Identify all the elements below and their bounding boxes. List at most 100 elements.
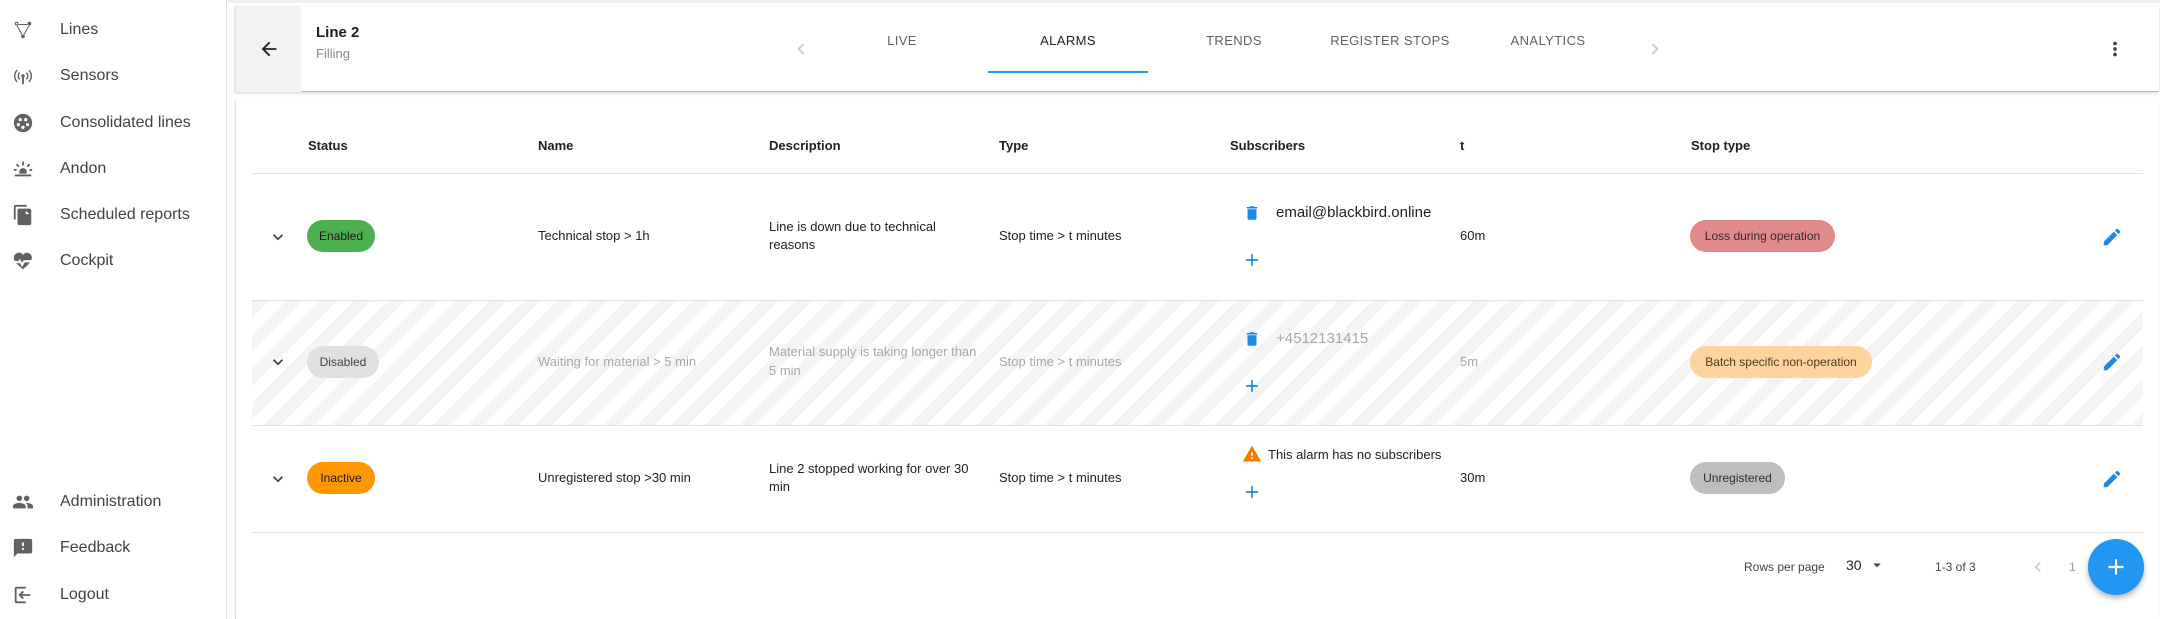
- tabs-scroll-right-button[interactable]: [1644, 38, 1666, 60]
- sidebar-item-cockpit[interactable]: Cockpit: [0, 241, 226, 281]
- status-badge: Enabled: [307, 220, 375, 252]
- sidebar-item-andon[interactable]: Andon: [0, 149, 226, 189]
- threshold-t: 60m: [1460, 228, 1486, 243]
- sidebar-item-logout[interactable]: Logout: [0, 575, 226, 615]
- alarm-name: Technical stop > 1h: [538, 228, 650, 243]
- sidebar-item-label: Feedback: [60, 539, 131, 556]
- tab-alarms[interactable]: ALARMS: [988, 6, 1148, 74]
- delete-subscriber-button[interactable]: [1243, 204, 1261, 222]
- chevron-left-icon: [2034, 562, 2041, 572]
- sidebar: Lines Sensors Consolidated lines Andon S…: [0, 0, 227, 619]
- flow-icon: [12, 19, 34, 41]
- add-subscriber-button[interactable]: [1242, 376, 1262, 396]
- column-header-stop-type: Stop type: [1691, 138, 1751, 153]
- row-divider: [252, 532, 2143, 533]
- column-header-subscribers: Subscribers: [1230, 138, 1306, 153]
- sidebar-item-label: Lines: [60, 21, 99, 38]
- chevron-down-icon: [273, 234, 283, 241]
- tab-analytics[interactable]: ANALYTICS: [1468, 6, 1628, 74]
- expand-row-button[interactable]: [268, 469, 288, 489]
- plus-icon: [1246, 486, 1258, 498]
- rows-per-page-dropdown-button[interactable]: [1868, 556, 1886, 574]
- alarm-name: Unregistered stop >30 min: [538, 470, 691, 485]
- edit-alarm-button[interactable]: [2101, 226, 2123, 248]
- previous-page-button[interactable]: [2028, 557, 2048, 577]
- alarm-description: 5 min: [769, 363, 801, 378]
- threshold-t: 30m: [1460, 470, 1486, 485]
- status-badge: Disabled: [307, 346, 379, 378]
- more-vertical-icon: [2113, 41, 2117, 57]
- feedback-icon: [12, 537, 34, 559]
- stop-type-badge: Loss during operation: [1690, 220, 1835, 252]
- expand-row-button[interactable]: [268, 352, 288, 372]
- stop-type-badge: Unregistered: [1690, 462, 1785, 494]
- chevron-down-icon: [273, 476, 283, 483]
- plus-icon: [1246, 254, 1258, 266]
- sidebar-item-scheduled-reports[interactable]: Scheduled reports: [0, 195, 226, 235]
- logout-icon: [12, 584, 34, 606]
- heartbeat-icon: [12, 250, 34, 272]
- alarm-description: Material supply is taking longer than: [769, 344, 977, 359]
- add-subscriber-button[interactable]: [1242, 482, 1262, 502]
- warning-icon: [1242, 444, 1262, 464]
- column-header-t: t: [1460, 138, 1465, 153]
- app: Lines Sensors Consolidated lines Andon S…: [0, 0, 2160, 619]
- expand-row-button[interactable]: [268, 227, 288, 247]
- page-title: Line 2: [316, 24, 360, 41]
- tab-register-stops[interactable]: REGISTER STOPS: [1310, 6, 1470, 74]
- row-divider: [252, 425, 2143, 426]
- alarm-description: min: [769, 479, 790, 494]
- alarm-description: Line 2 stopped working for over 30: [769, 461, 969, 476]
- sidebar-item-administration[interactable]: Administration: [0, 482, 226, 522]
- rows-per-page-select[interactable]: 30: [1846, 557, 1862, 573]
- tab-live[interactable]: LIVE: [822, 6, 982, 74]
- threshold-t: 5m: [1460, 354, 1479, 369]
- no-subscribers-warning: This alarm has no subscribers: [1268, 447, 1442, 462]
- reports-icon: [12, 204, 34, 226]
- rows-per-page-label: Rows per page: [1744, 560, 1825, 574]
- edit-alarm-button[interactable]: [2101, 351, 2123, 373]
- chevron-down-icon: [273, 359, 283, 366]
- caret-down-icon: [1873, 563, 1881, 568]
- sidebar-item-feedback[interactable]: Feedback: [0, 528, 226, 568]
- pencil-icon: [2103, 353, 2121, 371]
- sidebar-item-sensors[interactable]: Sensors: [0, 56, 226, 96]
- sidebar-item-label: Administration: [60, 493, 162, 510]
- sidebar-item-consolidated-lines[interactable]: Consolidated lines: [0, 103, 226, 143]
- people-icon: [12, 491, 34, 513]
- pagination-range: 1-3 of 3: [1935, 560, 1976, 574]
- column-header-status: Status: [308, 138, 348, 153]
- sidebar-item-label: Andon: [60, 160, 107, 177]
- alarm-type: Stop time > t minutes: [999, 228, 1122, 243]
- sidebar-item-lines[interactable]: Lines: [0, 10, 226, 50]
- edit-alarm-button[interactable]: [2101, 468, 2123, 490]
- back-button[interactable]: [236, 6, 301, 92]
- page-subtitle: Filling: [316, 46, 350, 61]
- consolidated-icon: [12, 112, 34, 134]
- more-options-button[interactable]: [2102, 36, 2128, 62]
- alarm-name: Waiting for material > 5 min: [538, 354, 697, 369]
- sidebar-item-label: Logout: [60, 586, 109, 603]
- tabs-scroll-left-button[interactable]: [790, 38, 812, 60]
- plus-icon: [1246, 380, 1258, 392]
- alarm-type: Stop time > t minutes: [999, 470, 1122, 485]
- current-page: 1: [2069, 560, 2076, 574]
- chevron-right-icon: [1651, 43, 1659, 55]
- subscriber-phone: +4512131415: [1276, 330, 1369, 347]
- column-header-description: Description: [769, 138, 841, 153]
- delete-subscriber-button[interactable]: [1243, 330, 1261, 348]
- trash-icon: [1246, 332, 1258, 346]
- plus-icon: [2108, 559, 2124, 575]
- stop-type-badge: Batch specific non-operation: [1690, 346, 1872, 378]
- trash-icon: [1246, 206, 1258, 220]
- sidebar-item-label: Sensors: [60, 67, 119, 84]
- add-subscriber-button[interactable]: [1242, 250, 1262, 270]
- add-alarm-button[interactable]: [2088, 539, 2144, 595]
- column-header-type: Type: [999, 138, 1029, 153]
- sensor-icon: [12, 65, 34, 87]
- top-strip: [228, 0, 2160, 3]
- sidebar-item-label: Cockpit: [60, 252, 114, 269]
- header-divider: [252, 173, 2143, 174]
- tab-trends[interactable]: TRENDS: [1154, 6, 1314, 74]
- sidebar-item-label: Consolidated lines: [60, 114, 191, 131]
